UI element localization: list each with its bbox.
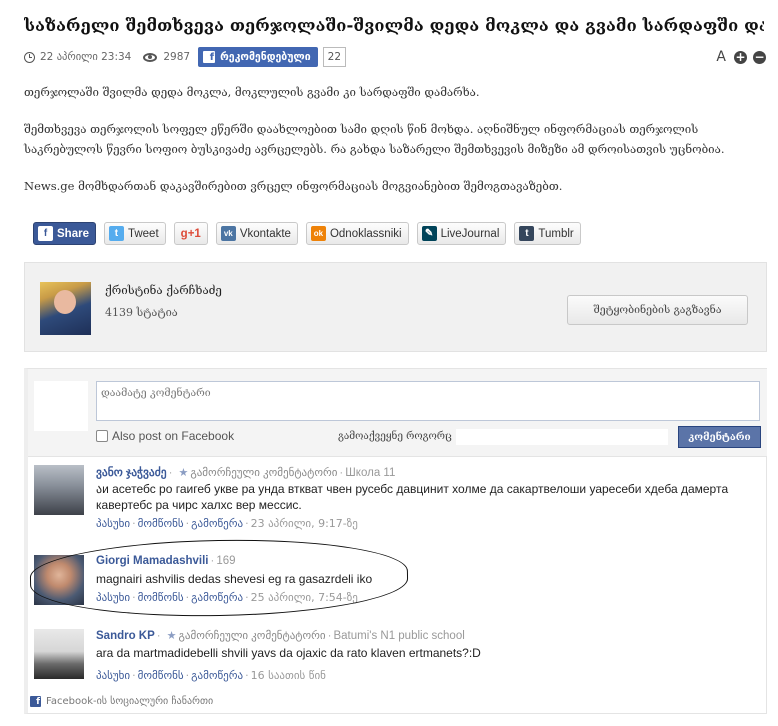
decrease-font-icon[interactable]: − <box>753 50 766 64</box>
comment-header: Sandro KP · ★ გამორჩეული კომენტატორი · Batumi… <box>96 630 465 642</box>
facebook-icon: f <box>38 226 53 241</box>
comment-actions: პასუხი · მომწონს · გამოწერა · 25 აპრილი, 7:54-… <box>96 591 358 604</box>
commenter-avatar[interactable] <box>34 629 84 679</box>
article-title: საზარელი შემთხვევა თერჯოლაში-შვილმა დედა… <box>24 16 764 35</box>
comment-input[interactable]: დაამატე კომენტარი <box>96 381 760 421</box>
also-post-checkbox[interactable]: Also post on Facebook <box>96 429 234 443</box>
commenter-avatar[interactable] <box>34 465 84 515</box>
comment-timestamp[interactable]: 23 აპრილი, 9:17-ზე <box>251 517 358 530</box>
comment-actions: პასუხი · მომწონს · გამოწერა · 23 აპრილი, 9:17-… <box>96 517 358 530</box>
facebook-comments-plugin: დაამატე კომენტარი Also post on Facebook … <box>24 368 767 714</box>
commenter-name[interactable]: ვანო ჯაჭვაძე <box>96 467 167 479</box>
commenter-name[interactable]: Sandro KP <box>96 630 155 642</box>
article-paragraph: შემთხვევა თერჯოლის სოფელ ეწერში დაახლოებ… <box>24 122 725 156</box>
send-message-button[interactable]: შეტყობინების გაგზავნა <box>567 295 748 325</box>
comment-composer: დაამატე კომენტარი Also post on Facebook … <box>28 369 767 457</box>
author-article-count: 4139 სტატია <box>105 306 178 319</box>
share-buttons: f Share t Tweet g +1 vk Vkontakte ok Odno… <box>33 222 581 245</box>
checkbox-icon[interactable] <box>96 430 108 442</box>
star-icon: ★ <box>178 467 189 479</box>
commenter-name[interactable]: Giorgi Mamadashvili <box>96 555 208 567</box>
share-label: Vkontakte <box>239 227 291 240</box>
increase-font-icon[interactable]: + <box>734 50 747 64</box>
google-plus-button[interactable]: g +1 <box>173 222 208 245</box>
share-label: Tweet <box>127 227 159 240</box>
article-paragraph: News.ge მომხდართან დაკავშირებით ვრცელ ინ… <box>24 179 563 193</box>
post-comment-button[interactable]: კომენტარი <box>678 426 761 448</box>
comment-header: Giorgi Mamadashvili · 169 <box>96 555 236 567</box>
plugin-label[interactable]: Facebook-ის სოციალური ჩანართი <box>46 696 213 707</box>
comment-text: magnairi ashvilis dedas shevesi eg ra ga… <box>96 572 373 586</box>
comment-timestamp[interactable]: 16 საათის წინ <box>251 669 326 682</box>
twitter-tweet-button[interactable]: t Tweet <box>103 222 166 245</box>
comment-header: ვანო ჯაჭვაძე · ★ გამორჩეული კომენტატორი · Шко… <box>96 467 396 479</box>
share-label: +1 <box>187 227 201 240</box>
commenter-avatar[interactable] <box>34 555 84 605</box>
plugin-footer: f Facebook-ის სოციალური ჩანართი <box>30 696 213 707</box>
commenter-affiliation[interactable]: Batumi's N1 public school <box>333 630 464 642</box>
author-name[interactable]: ქრისტინა ქარჩხაძე <box>105 283 222 297</box>
article-paragraph: თერჯოლაში შვილმა დედა მოკლა, მოკლულის გვ… <box>24 85 480 99</box>
author-box: ქრისტინა ქარჩხაძე 4139 სტატია შეტყობინებ… <box>24 262 767 352</box>
reply-link[interactable]: პასუხი <box>96 669 130 682</box>
article-meta: 22 აპრილი 23:34 2987 f რეკომენდებული 22 … <box>24 46 774 68</box>
recommend-count: 22 <box>322 47 347 67</box>
comment-timestamp[interactable]: 25 აპრილი, 7:54-ზე <box>251 591 358 604</box>
facebook-icon: f <box>30 696 41 707</box>
user-avatar <box>34 381 88 431</box>
star-icon: ★ <box>166 630 177 642</box>
facebook-icon: f <box>203 51 216 63</box>
share-label: LiveJournal <box>440 227 500 240</box>
share-label: Tumblr <box>538 227 574 240</box>
recommend-label: რეკომენდებული <box>220 51 311 63</box>
also-post-label: Also post on Facebook <box>112 429 235 443</box>
share-label: Odnoklassniki <box>329 227 402 240</box>
follow-link[interactable]: გამოწერა <box>191 669 243 682</box>
commenter-comment-count: 169 <box>216 555 236 567</box>
like-link[interactable]: მომწონს <box>138 591 184 604</box>
facebook-recommend-button[interactable]: f რეკომენდებული <box>198 47 318 67</box>
like-link[interactable]: მომწონს <box>138 517 184 530</box>
clock-icon <box>24 51 35 63</box>
comment-text: ara da martmadidebelli shvili yavs da oj… <box>96 646 481 660</box>
top-commenter-badge: გამორჩეული კომენტატორი <box>178 630 326 642</box>
top-commenter-badge: გამორჩეული კომენტატორი <box>190 467 338 479</box>
like-link[interactable]: მომწონს <box>138 669 184 682</box>
commenter-affiliation[interactable]: Школа 11 <box>345 467 395 479</box>
gplus-icon: g <box>180 227 188 240</box>
tumblr-share-button[interactable]: t Tumblr <box>514 222 581 245</box>
ok-icon: ok <box>310 226 326 241</box>
vk-icon: vk <box>220 226 236 241</box>
twitter-bird-icon: t <box>108 226 124 241</box>
view-count: 2987 <box>163 51 191 63</box>
publish-date: 22 აპრილი 23:34 <box>40 51 132 63</box>
posting-as-label: გამოაქვეყნე როგორც <box>338 431 452 442</box>
vkontakte-share-button[interactable]: vk Vkontakte <box>215 222 298 245</box>
font-size-tools: A + − <box>716 46 766 68</box>
tumblr-icon: t <box>519 226 535 241</box>
follow-link[interactable]: გამოწერა <box>191 517 243 530</box>
reply-link[interactable]: პასუხი <box>96 591 130 604</box>
odnoklassniki-share-button[interactable]: ok Odnoklassniki <box>305 222 409 245</box>
posting-as-name[interactable] <box>456 429 668 445</box>
eye-icon <box>143 52 158 62</box>
comment-actions: პასუხი · მომწონს · გამოწერა · 16 საათის წინ <box>96 669 326 682</box>
share-label: Share <box>57 227 89 240</box>
reply-link[interactable]: პასუხი <box>96 517 130 530</box>
comment-text: აи асетебс ро гаигеб укве ра унда вткват… <box>96 482 729 512</box>
follow-link[interactable]: გამოწერა <box>191 591 243 604</box>
livejournal-pencil-icon: ✎ <box>421 226 437 241</box>
author-avatar[interactable] <box>40 282 91 335</box>
font-size-label: A <box>716 49 726 65</box>
livejournal-share-button[interactable]: ✎ LiveJournal <box>416 222 507 245</box>
facebook-share-button[interactable]: f Share <box>33 222 96 245</box>
